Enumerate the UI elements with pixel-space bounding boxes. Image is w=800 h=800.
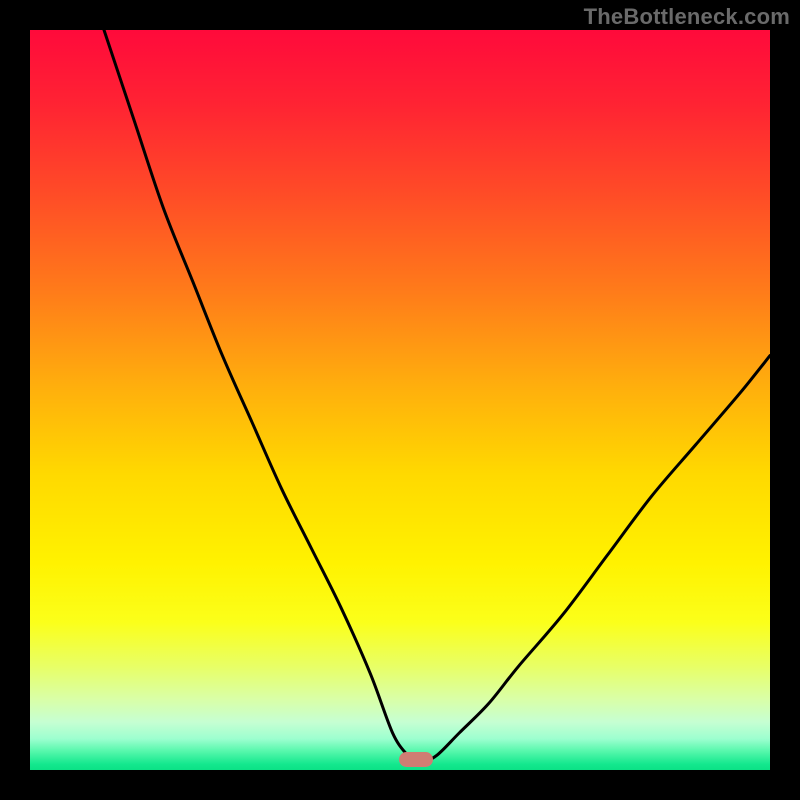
outer-frame: TheBottleneck.com bbox=[0, 0, 800, 800]
bottleneck-curve bbox=[30, 30, 770, 770]
curve-path bbox=[104, 30, 770, 764]
watermark-text: TheBottleneck.com bbox=[584, 4, 790, 30]
balance-marker bbox=[399, 752, 433, 767]
plot-area bbox=[30, 30, 770, 770]
